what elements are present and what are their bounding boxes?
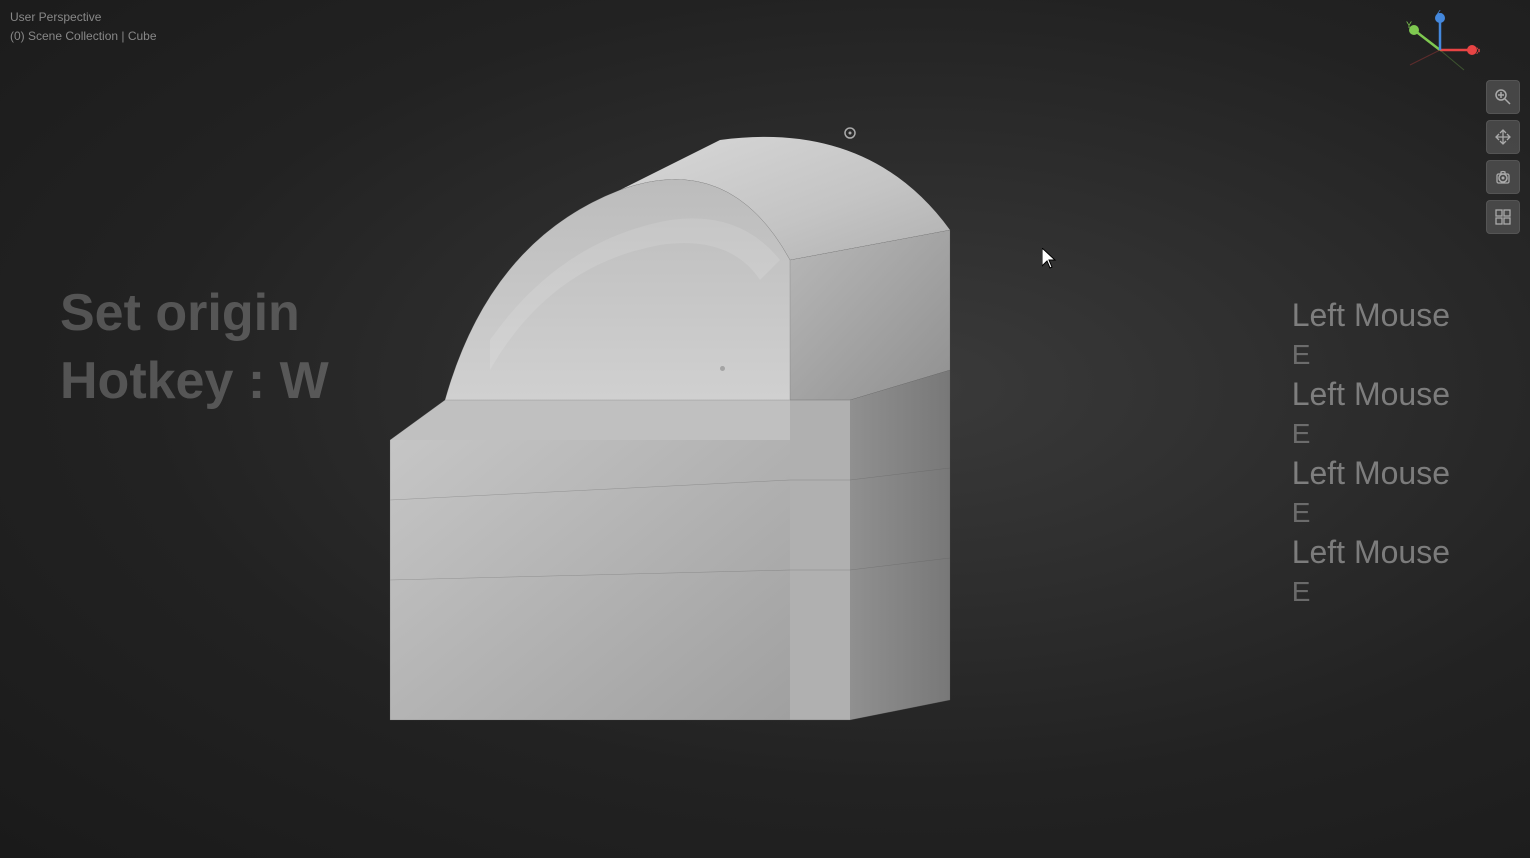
action-log: Left Mouse E Left Mouse E Left Mouse E L…	[1292, 295, 1450, 611]
viewport-info: User Perspective (0) Scene Collection | …	[10, 8, 157, 46]
grid-tool-button[interactable]	[1486, 200, 1520, 234]
action-log-entry-4: Left Mouse	[1292, 532, 1450, 572]
action-log-entry-3: Left Mouse	[1292, 453, 1450, 493]
collection-label: (0) Scene Collection | Cube	[10, 27, 157, 46]
right-toolbar	[1486, 80, 1520, 234]
action-log-key-4: E	[1292, 574, 1450, 609]
action-log-action-4: Left Mouse	[1292, 534, 1450, 570]
action-log-key-2: E	[1292, 416, 1450, 451]
action-log-action-3: Left Mouse	[1292, 455, 1450, 491]
svg-text:X: X	[1476, 46, 1480, 56]
center-dot	[720, 366, 725, 371]
grid-icon	[1494, 208, 1512, 226]
mouse-cursor	[1042, 248, 1058, 270]
action-log-action-2: Left Mouse	[1292, 376, 1450, 412]
action-log-action-1: Left Mouse	[1292, 297, 1450, 333]
zoom-icon	[1494, 88, 1512, 106]
overlay-line2: Hotkey : W	[60, 348, 329, 416]
action-log-key-3: E	[1292, 495, 1450, 530]
3d-mesh	[290, 60, 1030, 780]
3d-viewport[interactable]: User Perspective (0) Scene Collection | …	[0, 0, 1530, 858]
overlay-line1: Set origin	[60, 280, 329, 348]
camera-icon	[1494, 168, 1512, 186]
svg-text:Y: Y	[1406, 20, 1412, 30]
action-log-entry-1: Left Mouse	[1292, 295, 1450, 335]
pan-icon	[1494, 128, 1512, 146]
action-log-key-1: E	[1292, 337, 1450, 372]
perspective-label: User Perspective	[10, 8, 157, 27]
overlay-hint-text: Set origin Hotkey : W	[60, 280, 329, 415]
pan-tool-button[interactable]	[1486, 120, 1520, 154]
camera-tool-button[interactable]	[1486, 160, 1520, 194]
axis-gizmo: X Y Z	[1400, 10, 1480, 90]
zoom-tool-button[interactable]	[1486, 80, 1520, 114]
svg-text:Z: Z	[1437, 10, 1443, 16]
action-log-entry-2: Left Mouse	[1292, 374, 1450, 414]
origin-indicator	[843, 126, 857, 140]
